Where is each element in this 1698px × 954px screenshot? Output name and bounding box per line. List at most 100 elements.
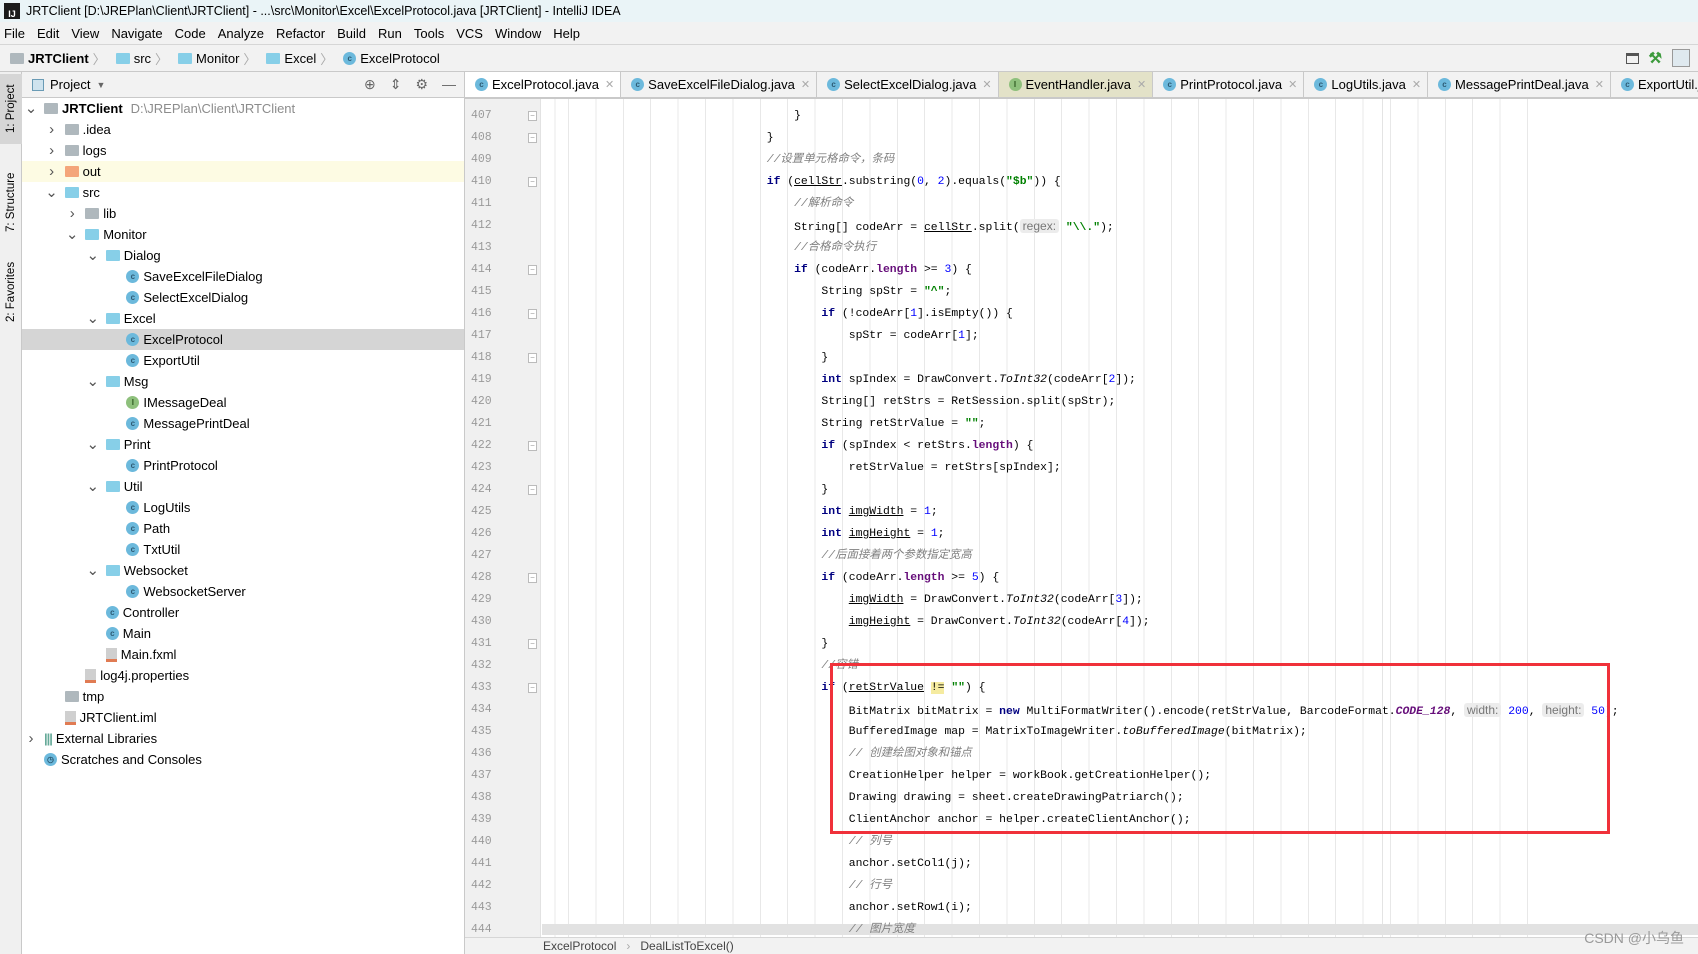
tree-item[interactable]: ⌄ Util xyxy=(22,476,464,497)
tree-item[interactable]: ⌄ JRTClient D:\JREPlan\Client\JRTClient xyxy=(22,98,464,119)
breadcrumb-item[interactable]: c ExcelProtocol xyxy=(343,51,440,66)
fold-marker-icon[interactable]: − xyxy=(528,639,537,649)
tree-item[interactable]: ⌄ Dialog xyxy=(22,245,464,266)
breadcrumb-item[interactable]: src 〉 xyxy=(115,49,174,68)
chevron-down-icon[interactable]: ⌄ xyxy=(65,227,79,242)
chevron-right-icon[interactable]: › xyxy=(45,142,59,159)
tree-item[interactable]: › logs xyxy=(22,140,464,161)
fold-marker-icon[interactable]: − xyxy=(528,309,537,319)
tree-item[interactable]: tmp xyxy=(22,686,464,707)
chevron-right-icon[interactable]: › xyxy=(45,121,59,138)
project-view-selector[interactable]: Project xyxy=(50,77,90,92)
chevron-right-icon[interactable]: › xyxy=(45,163,59,180)
menu-tools[interactable]: Tools xyxy=(414,26,444,41)
tree-item[interactable]: c WebsocketServer xyxy=(22,581,464,602)
chevron-down-icon[interactable]: ⌄ xyxy=(86,248,100,263)
close-icon[interactable]: ✕ xyxy=(982,78,991,91)
editor-tab[interactable]: c PrintProtocol.java ✕ xyxy=(1153,72,1305,97)
tree-item[interactable]: c Main xyxy=(22,623,464,644)
fold-marker-icon[interactable]: − xyxy=(528,353,537,363)
locate-icon[interactable]: ⊕ xyxy=(364,76,376,93)
tree-item[interactable]: ⌄ Websocket xyxy=(22,560,464,581)
chevron-right-icon[interactable]: › xyxy=(65,205,79,222)
chevron-down-icon[interactable]: ⌄ xyxy=(86,311,100,326)
tree-item[interactable]: c TxtUtil xyxy=(22,539,464,560)
editor-tab[interactable]: cExportUtil.java✕ xyxy=(1611,72,1698,97)
close-icon[interactable]: ✕ xyxy=(801,78,810,91)
tree-item[interactable]: › out xyxy=(22,161,464,182)
gear-icon[interactable]: ⚙ xyxy=(415,76,428,93)
menu-analyze[interactable]: Analyze xyxy=(218,26,264,41)
chevron-down-icon[interactable]: ⌄ xyxy=(45,185,59,200)
editor-tab[interactable]: c SelectExcelDialog.java ✕ xyxy=(817,72,999,97)
fold-marker-icon[interactable]: − xyxy=(528,133,537,143)
menu-edit[interactable]: Edit xyxy=(37,26,59,41)
tool-tab-structure[interactable]: 7: Structure xyxy=(0,162,22,242)
fold-marker-icon[interactable]: − xyxy=(528,265,537,275)
tool-tab-project[interactable]: 1: Project xyxy=(0,74,22,144)
tree-item[interactable]: › lib xyxy=(22,203,464,224)
tree-item[interactable]: JRTClient.iml xyxy=(22,707,464,728)
breadcrumb-item[interactable]: Monitor 〉 xyxy=(178,49,262,68)
menu-build[interactable]: Build xyxy=(337,26,366,41)
fold-marker-icon[interactable]: − xyxy=(528,177,537,187)
editor-tab[interactable]: c ExcelProtocol.java ✕ xyxy=(465,72,622,97)
tree-item[interactable]: log4j.properties xyxy=(22,665,464,686)
editor-tab[interactable]: c SaveExcelFileDialog.java ✕ xyxy=(621,72,818,97)
tree-item[interactable]: c Path xyxy=(22,518,464,539)
minimize-icon[interactable]: — xyxy=(442,76,456,93)
tree-item[interactable]: c Controller xyxy=(22,602,464,623)
run-config-icon[interactable] xyxy=(1625,52,1639,64)
tree-item[interactable]: c ExportUtil xyxy=(22,350,464,371)
chevron-down-icon[interactable]: ▼ xyxy=(96,80,105,90)
tree-item[interactable]: c LogUtils xyxy=(22,497,464,518)
tree-item[interactable]: ⌄ Monitor xyxy=(22,224,464,245)
fold-marker-icon[interactable]: − xyxy=(528,441,537,451)
tool-tab-favorites[interactable]: 2: Favorites xyxy=(0,252,22,332)
tree-item[interactable]: ⌄ Print xyxy=(22,434,464,455)
close-icon[interactable]: ✕ xyxy=(1288,78,1297,91)
menu-help[interactable]: Help xyxy=(553,26,580,41)
menu-window[interactable]: Window xyxy=(495,26,541,41)
fold-marker-icon[interactable]: − xyxy=(528,485,537,495)
menu-vcs[interactable]: VCS xyxy=(456,26,483,41)
editor-tab[interactable]: c LogUtils.java ✕ xyxy=(1304,72,1429,97)
tree-item[interactable]: ⌄ src xyxy=(22,182,464,203)
close-icon[interactable]: ✕ xyxy=(605,78,614,91)
tree-item[interactable]: ⌄ Msg xyxy=(22,371,464,392)
fold-marker-icon[interactable]: − xyxy=(528,683,537,693)
chevron-right-icon[interactable]: › xyxy=(24,730,38,747)
build-hammer-icon[interactable]: ⚒ xyxy=(1649,49,1662,67)
tree-item[interactable]: c PrintProtocol xyxy=(22,455,464,476)
close-icon[interactable]: ✕ xyxy=(1137,78,1146,91)
editor-tab[interactable]: I EventHandler.java ✕ xyxy=(998,72,1154,97)
tree-item[interactable]: c SelectExcelDialog xyxy=(22,287,464,308)
breadcrumb-item[interactable]: JRTClient 〉 xyxy=(10,49,112,68)
breadcrumb-class[interactable]: ExcelProtocol xyxy=(543,939,616,953)
tree-item[interactable]: ⌄ Excel xyxy=(22,308,464,329)
tree-item[interactable]: › ||| External Libraries xyxy=(22,728,464,749)
menu-code[interactable]: Code xyxy=(175,26,206,41)
fold-marker-icon[interactable]: − xyxy=(528,111,537,121)
menu-navigate[interactable]: Navigate xyxy=(111,26,162,41)
close-icon[interactable]: ✕ xyxy=(1412,78,1421,91)
tree-item[interactable]: Main.fxml xyxy=(22,644,464,665)
chevron-down-icon[interactable]: ⌄ xyxy=(86,374,100,389)
tree-item[interactable]: ◷ Scratches and Consoles xyxy=(22,749,464,770)
tree-item[interactable]: › .idea xyxy=(22,119,464,140)
tree-item[interactable]: c ExcelProtocol xyxy=(22,329,464,350)
tree-item[interactable]: c SaveExcelFileDialog xyxy=(22,266,464,287)
close-icon[interactable]: ✕ xyxy=(1595,78,1604,91)
chevron-down-icon[interactable]: ⌄ xyxy=(86,437,100,452)
menu-view[interactable]: View xyxy=(71,26,99,41)
project-structure-icon[interactable] xyxy=(1672,49,1690,67)
fold-marker-icon[interactable]: − xyxy=(528,573,537,583)
tree-item[interactable]: I IMessageDeal xyxy=(22,392,464,413)
menu-refactor[interactable]: Refactor xyxy=(276,26,325,41)
menu-run[interactable]: Run xyxy=(378,26,402,41)
chevron-down-icon[interactable]: ⌄ xyxy=(86,479,100,494)
chevron-down-icon[interactable]: ⌄ xyxy=(86,563,100,578)
breadcrumb-method[interactable]: DealListToExcel() xyxy=(640,939,733,953)
breadcrumb-item[interactable]: Excel 〉 xyxy=(266,49,339,68)
tree-item[interactable]: c MessagePrintDeal xyxy=(22,413,464,434)
